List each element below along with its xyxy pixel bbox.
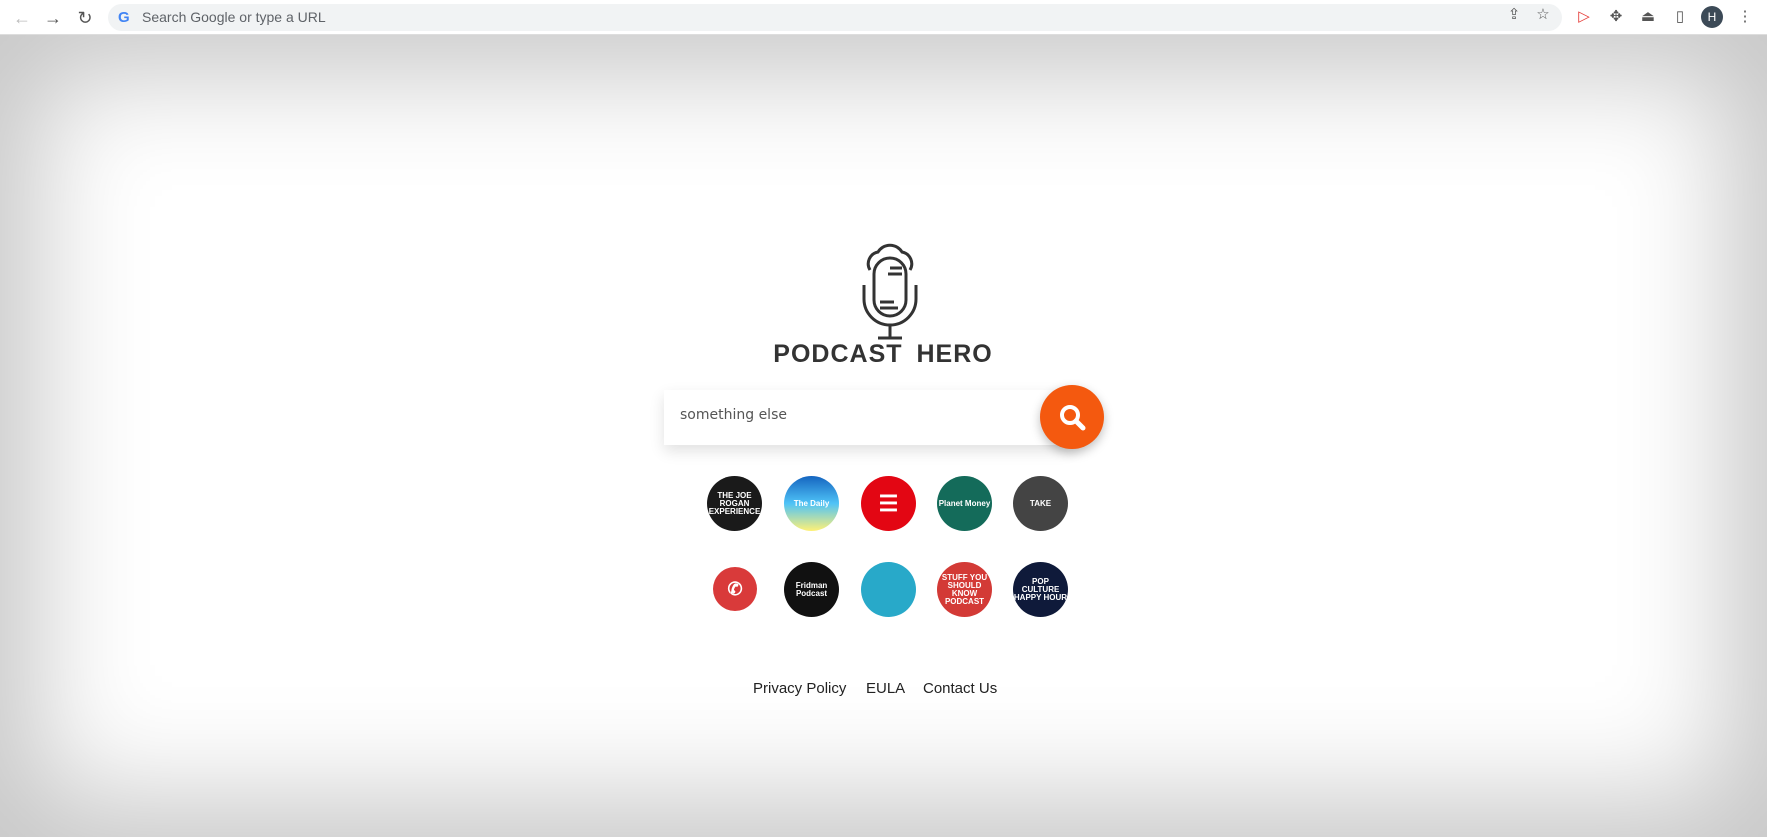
podcast-take[interactable]: TAKE <box>1013 476 1068 531</box>
share-icon[interactable]: ⇪ <box>1503 4 1525 26</box>
microphone-logo-icon <box>862 243 918 340</box>
search-icon <box>1060 405 1086 431</box>
sidepanel-icon[interactable]: ▯ <box>1669 6 1691 28</box>
back-icon[interactable]: ← <box>10 6 34 30</box>
eula-link[interactable]: EULA <box>866 680 905 697</box>
podcast-phone[interactable]: ✆ <box>713 567 757 611</box>
podcast-portrait[interactable] <box>861 562 916 617</box>
extension-play-icon[interactable]: ▷ <box>1573 6 1595 28</box>
podcast-news[interactable]: ☰ <box>861 476 916 531</box>
menu-icon[interactable]: ⋮ <box>1734 6 1756 28</box>
brand-name: PODCAST HERO <box>773 340 993 368</box>
podcast-pop-culture-happy-hour[interactable]: POP CULTURE HAPPY HOUR <box>1013 562 1068 617</box>
podcast-joe-rogan[interactable]: THE JOE ROGAN EXPERIENCE <box>707 476 762 531</box>
star-icon[interactable]: ☆ <box>1532 4 1554 26</box>
forward-icon[interactable]: → <box>41 6 65 30</box>
search-button[interactable] <box>1040 385 1104 449</box>
profile-avatar[interactable]: H <box>1701 6 1723 28</box>
address-bar[interactable]: G Search Google or type a URL ⇪ ☆ <box>108 4 1562 31</box>
podcast-the-daily[interactable]: The Daily <box>784 476 839 531</box>
search-box <box>664 390 1074 445</box>
puzzle-icon[interactable]: ✥ <box>1605 6 1627 28</box>
contact-us-link[interactable]: Contact Us <box>923 680 997 697</box>
privacy-policy-link[interactable]: Privacy Policy <box>753 680 846 697</box>
podcast-fridman[interactable]: Fridman Podcast <box>784 562 839 617</box>
address-placeholder: Search Google or type a URL <box>142 9 326 25</box>
google-icon: G <box>118 9 130 26</box>
podcast-planet-money[interactable]: Planet Money <box>937 476 992 531</box>
reload-icon[interactable]: ↻ <box>73 6 97 30</box>
lab-icon[interactable]: ⏏ <box>1637 6 1659 28</box>
browser-toolbar: ← → ↻ G Search Google or type a URL ⇪ ☆ … <box>0 0 1767 35</box>
search-input[interactable] <box>680 407 1040 423</box>
podcast-stuff-you-should-know[interactable]: STUFF YOU SHOULD KNOW PODCAST <box>937 562 992 617</box>
